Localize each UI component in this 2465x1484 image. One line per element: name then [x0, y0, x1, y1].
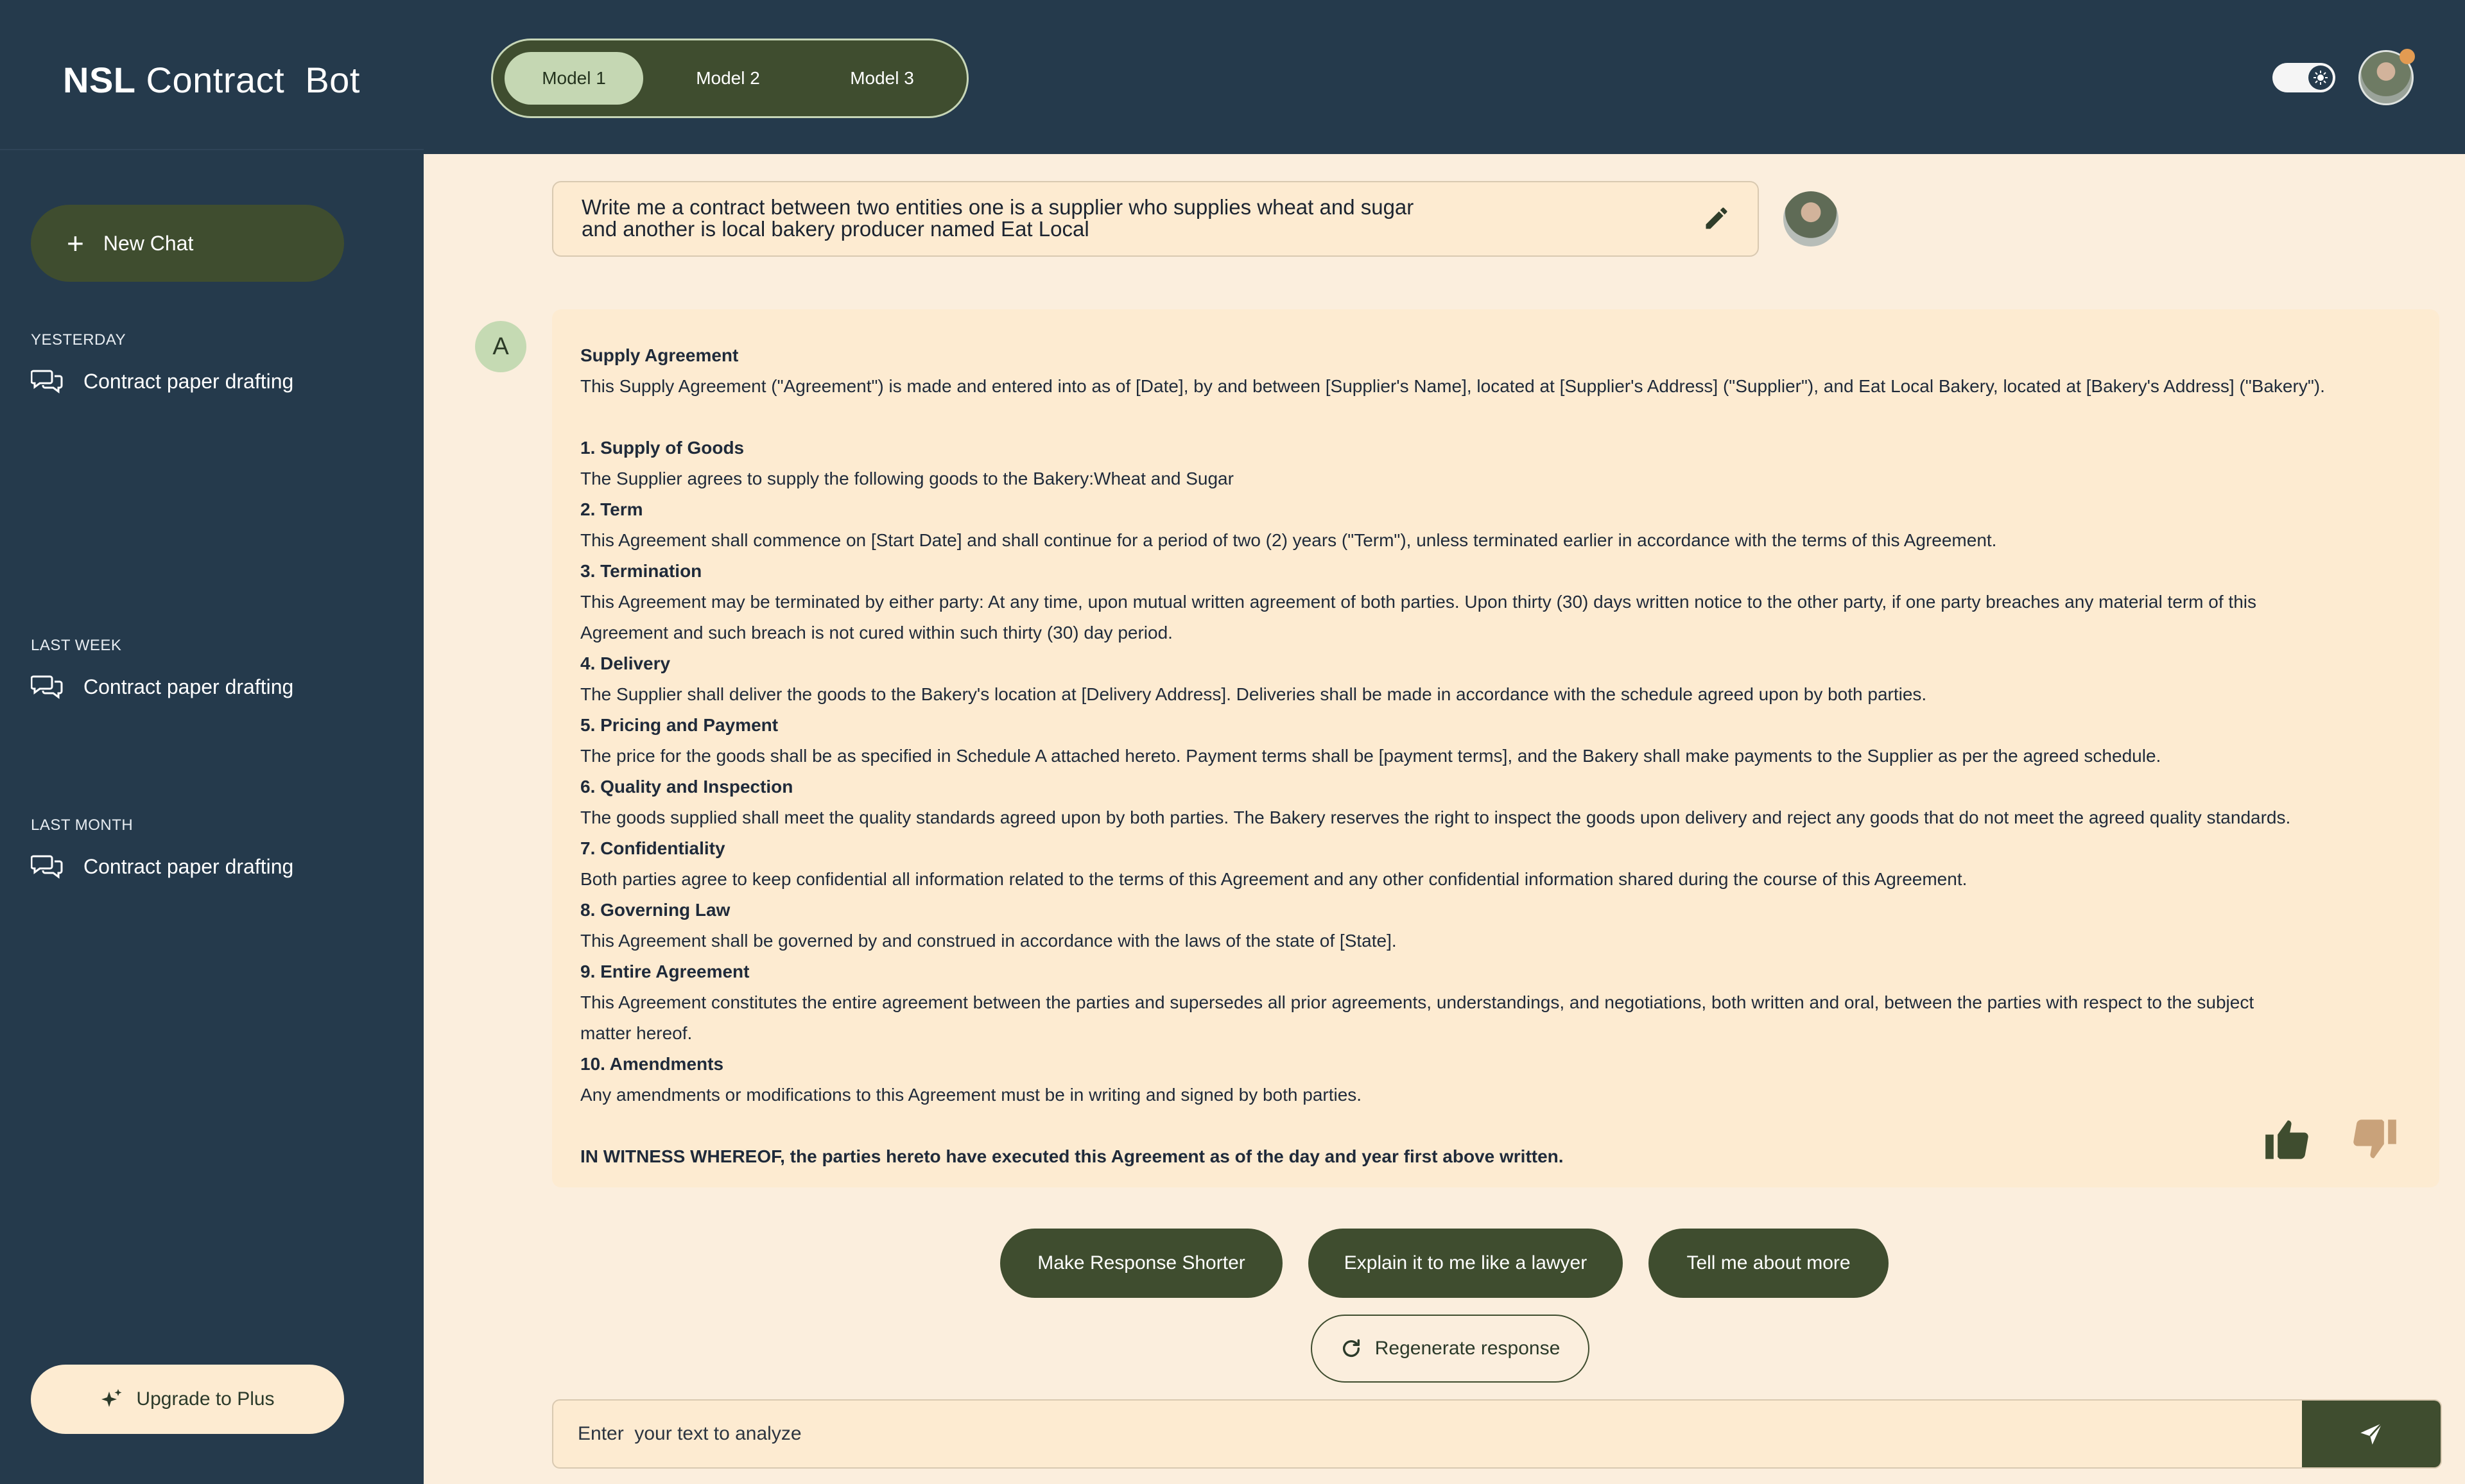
suggestion-chip[interactable]: Explain it to me like a lawyer	[1308, 1229, 1623, 1298]
section-body: This Agreement constitutes the entire ag…	[580, 992, 2254, 1012]
assistant-avatar: A	[475, 321, 526, 372]
section-heading: 9. Entire Agreement	[580, 962, 750, 981]
history-item-label: Contract paper drafting	[83, 369, 294, 393]
upgrade-label: Upgrade to Plus	[136, 1388, 275, 1410]
section-label-yesterday: YESTERDAY	[31, 331, 126, 349]
model-1-button[interactable]: Model 1	[505, 52, 643, 105]
section-body: This Agreement shall be governed by and …	[580, 931, 1397, 951]
sparkle-icon	[101, 1389, 122, 1407]
chat-bubbles-icon	[31, 855, 63, 879]
suggestion-chip[interactable]: Make Response Shorter	[1000, 1229, 1283, 1298]
section-body: The goods supplied shall meet the qualit…	[580, 807, 2291, 827]
sidebar: + New Chat YESTERDAY Contract paper draf…	[0, 149, 424, 1484]
section-body: This Agreement may be terminated by eith…	[580, 592, 2256, 612]
prompt-line: and another is local bakery producer nam…	[582, 217, 1089, 241]
section-body: matter hereof.	[580, 1023, 693, 1043]
section-label-last-month: LAST MONTH	[31, 816, 134, 834]
new-chat-button[interactable]: + New Chat	[31, 205, 344, 282]
assistant-response: Supply Agreement This Supply Agreement (…	[552, 309, 2439, 1187]
section-heading: 5. Pricing and Payment	[580, 715, 779, 735]
model-3-button[interactable]: Model 3	[813, 52, 951, 105]
section-heading: 6. Quality and Inspection	[580, 777, 793, 797]
user-prompt-bubble: Write me a contract between two entities…	[552, 181, 1759, 257]
section-heading: 1. Supply of Goods	[580, 438, 745, 458]
history-item-label: Contract paper drafting	[83, 675, 294, 698]
model-switcher: Model 1 Model 2 Model 3	[491, 39, 969, 118]
plus-icon: +	[67, 227, 84, 260]
response-intro: This Supply Agreement ("Agreement") is m…	[580, 376, 2325, 396]
top-bar: NSL Contract Bot Model 1 Model 2 Model 3	[0, 0, 2465, 154]
section-body: The Supplier shall deliver the goods to …	[580, 684, 1927, 704]
refresh-icon	[1342, 1339, 1360, 1357]
history-item[interactable]: Contract paper drafting	[31, 674, 293, 700]
section-body: The price for the goods shall be as spec…	[580, 746, 2161, 766]
pencil-icon[interactable]	[1702, 204, 1731, 236]
section-heading: 3. Termination	[580, 561, 702, 581]
chat-input[interactable]	[553, 1401, 2305, 1467]
section-body: The Supplier agrees to supply the follow…	[580, 469, 1234, 488]
send-button[interactable]	[2302, 1401, 2441, 1467]
theme-toggle-icon	[2308, 65, 2333, 90]
section-heading: 7. Confidentiality	[580, 838, 725, 858]
upgrade-button[interactable]: Upgrade to Plus	[31, 1365, 344, 1434]
section-heading: 4. Delivery	[580, 653, 671, 673]
section-heading: 2. Term	[580, 499, 643, 519]
theme-toggle[interactable]	[2272, 63, 2335, 92]
section-heading: 8. Governing Law	[580, 900, 731, 920]
app-logo: NSL Contract Bot	[63, 60, 360, 100]
section-heading: 10. Amendments	[580, 1054, 724, 1074]
chat-bubbles-icon	[31, 370, 63, 393]
chat-bubbles-icon	[31, 675, 63, 699]
notification-dot	[2400, 49, 2415, 64]
user-avatar	[1783, 191, 1838, 246]
new-chat-label: New Chat	[103, 231, 194, 255]
history-item[interactable]: Contract paper drafting	[31, 368, 293, 394]
chat-input-bar	[552, 1399, 2442, 1469]
model-2-button[interactable]: Model 2	[659, 52, 797, 105]
regenerate-label: Regenerate response	[1374, 1338, 1561, 1359]
response-title: Supply Agreement	[580, 345, 739, 365]
section-body: Agreement and such breach is not cured w…	[580, 623, 1173, 643]
thumbs-down-icon[interactable]	[2349, 1119, 2398, 1170]
section-label-last-week: LAST WEEK	[31, 637, 122, 654]
suggestion-chip[interactable]: Tell me about more	[1648, 1229, 1889, 1298]
regenerate-button[interactable]: Regenerate response	[1311, 1315, 1589, 1383]
section-body: Any amendments or modifications to this …	[580, 1085, 1362, 1105]
section-body: Both parties agree to keep confidential …	[580, 869, 1968, 889]
history-item[interactable]: Contract paper drafting	[31, 854, 293, 879]
section-body: This Agreement shall commence on [Start …	[580, 530, 1997, 550]
prompt-line: Write me a contract between two entities…	[582, 195, 1414, 219]
send-icon	[2360, 1422, 2383, 1445]
history-item-label: Contract paper drafting	[83, 854, 294, 878]
response-closing: IN WITNESS WHEREOF, the parties hereto h…	[580, 1146, 1564, 1166]
thumbs-up-icon[interactable]	[2263, 1118, 2312, 1169]
